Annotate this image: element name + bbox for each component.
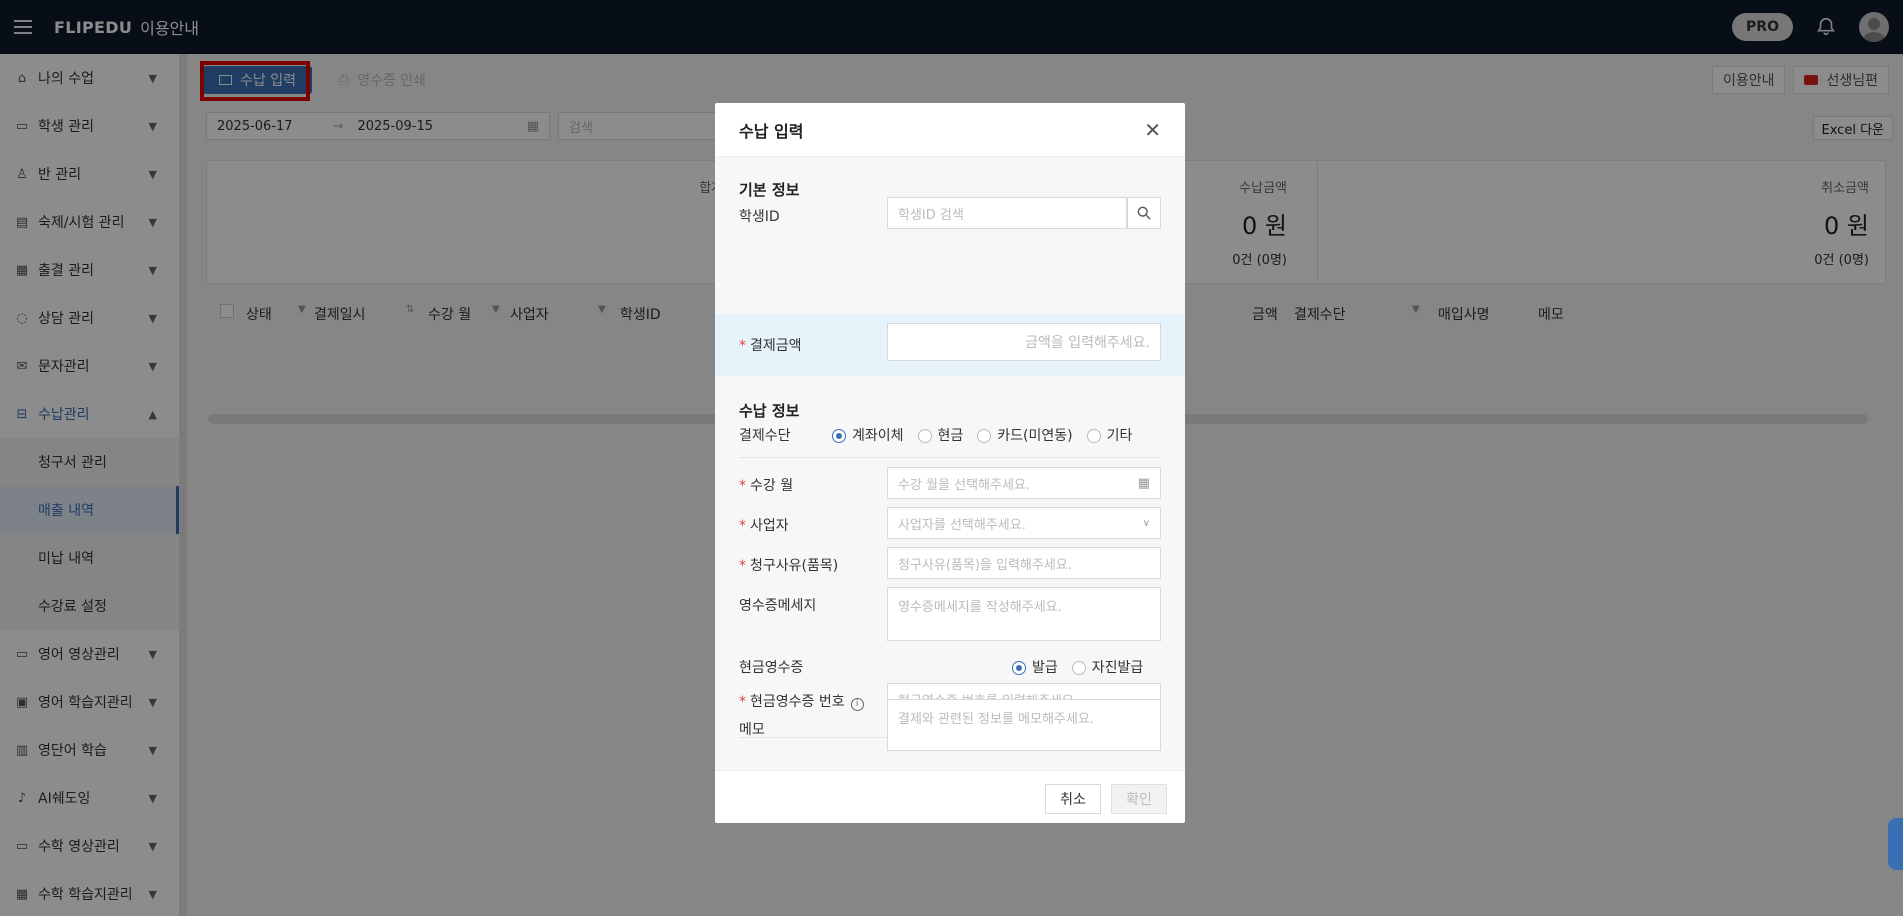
student-id-label: 학생ID <box>739 209 780 225</box>
close-icon[interactable]: ✕ <box>1144 118 1161 142</box>
amount-input[interactable]: 금액을 입력해주세요. <box>887 323 1161 361</box>
search-icon[interactable] <box>1127 197 1161 229</box>
cancel-button[interactable]: 취소 <box>1045 784 1101 814</box>
basic-info-title: 기본 정보 <box>739 181 800 199</box>
modal-footer: 취소 확인 <box>715 770 1185 823</box>
info-icon[interactable]: i <box>850 698 864 711</box>
radio-card[interactable]: 카드(미연동) <box>977 425 1073 445</box>
modal-title: 수납 입력 <box>739 121 804 141</box>
payment-info-title: 수납 정보 <box>739 402 800 420</box>
payment-input-modal: 수납 입력 ✕ 기본 정보 학생ID 학생ID 검색 * 결제금액 금액을 입력해… <box>715 103 1185 823</box>
method-label: 결제수단 <box>739 428 791 444</box>
student-id-input[interactable]: 학생ID 검색 <box>887 197 1127 229</box>
radio-transfer[interactable]: 계좌이체 <box>832 425 904 445</box>
radio-cash[interactable]: 현금 <box>917 425 963 445</box>
reason-label: * 청구사유(품목) <box>739 558 839 574</box>
cash-receipt-number-label: * 현금영수증 번호 i <box>739 691 864 711</box>
radio-etc[interactable]: 기타 <box>1086 425 1132 445</box>
chevron-down-icon: ∨ <box>1142 517 1150 529</box>
memo-textarea[interactable]: 결제와 관련된 정보를 메모해주세요. <box>887 699 1161 751</box>
month-select[interactable]: 수강 월을 선택해주세요. ▦ <box>887 467 1161 499</box>
floating-help-tab[interactable] <box>1888 818 1903 870</box>
reason-input[interactable]: 청구사유(품목)을 입력해주세요. <box>887 547 1161 579</box>
business-select[interactable]: 사업자를 선택해주세요. ∨ <box>887 507 1161 539</box>
cash-receipt-label: 현금영수증 <box>739 660 804 676</box>
radio-self-issue[interactable]: 자진발급 <box>1071 657 1143 677</box>
modal-body: 기본 정보 학생ID 학생ID 검색 * 결제금액 금액을 입력해주세요. 수납 … <box>715 157 1185 770</box>
confirm-button[interactable]: 확인 <box>1111 784 1167 814</box>
memo-label: 메모 <box>739 722 765 738</box>
radio-issue[interactable]: 발급 <box>1012 657 1058 677</box>
calendar-icon: ▦ <box>1137 475 1150 491</box>
receipt-message-textarea[interactable]: 영수증메세지를 작성해주세요. <box>887 587 1161 641</box>
amount-label: * 결제금액 <box>739 338 802 354</box>
receipt-message-label: 영수증메세지 <box>739 598 817 614</box>
business-label: * 사업자 <box>739 518 789 534</box>
month-label: * 수강 월 <box>739 478 794 494</box>
divider <box>739 457 1161 458</box>
